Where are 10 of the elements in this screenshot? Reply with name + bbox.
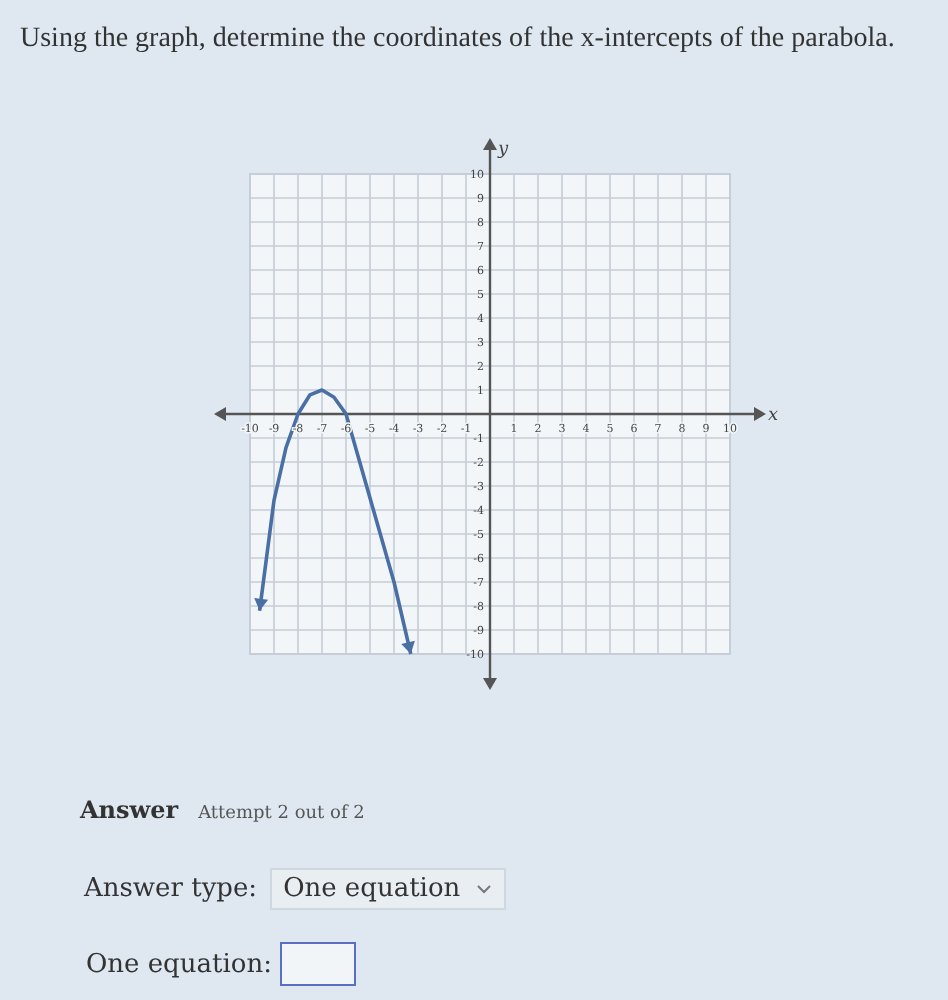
chevron-icon — [476, 884, 493, 894]
question-text: Using the graph, determine the coordinates of the x-intercepts of the parabola. — [20, 22, 897, 58]
equation-input[interactable] — [279, 942, 356, 986]
answer-type-dropdown[interactable]: One equation — [269, 868, 507, 910]
answer-type-label: Answer type: — [84, 874, 258, 904]
y-axis-label: y — [498, 140, 509, 160]
x-axis-label: x — [768, 406, 779, 426]
attempt-counter: Attempt 2 out of 2 — [198, 804, 365, 824]
equation-label: One equation: — [86, 949, 272, 979]
answer-heading: Answer — [80, 796, 179, 824]
